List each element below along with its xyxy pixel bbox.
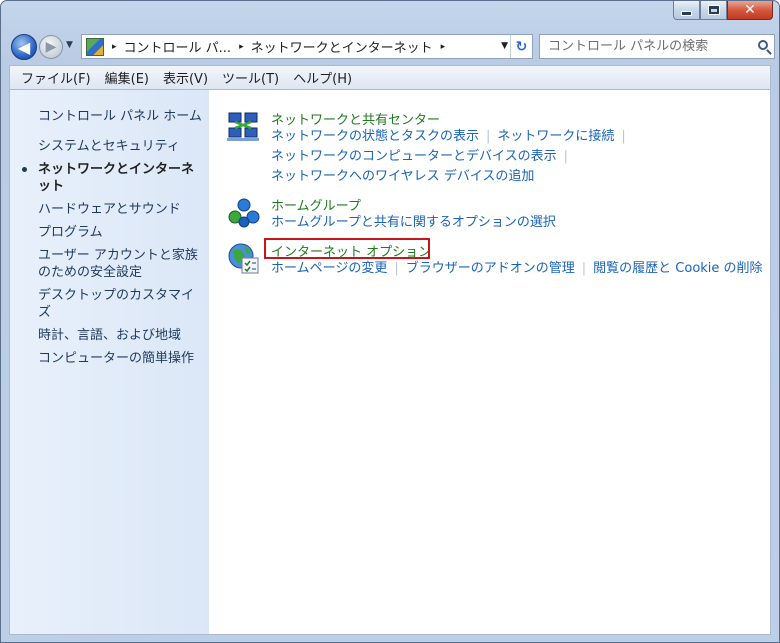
back-arrow-icon: ◀ <box>17 37 31 57</box>
forward-arrow-icon: ▶ <box>45 39 57 55</box>
control-panel-window: ✕ ◀ ▶ ▼ ▸ コントロール パ... ▸ ネットワークとインターネット ▸… <box>0 0 780 643</box>
link-homegroup-options[interactable]: ホームグループと共有に関するオプションの選択 <box>271 215 556 230</box>
navigation-bar: ◀ ▶ ▼ ▸ コントロール パ... ▸ ネットワークとインターネット ▸ ▼… <box>9 32 775 62</box>
link-connect-network[interactable]: ネットワークに接続 <box>497 129 614 144</box>
close-button[interactable]: ✕ <box>727 1 773 20</box>
link-divider: | <box>394 261 399 276</box>
address-bar[interactable]: ▸ コントロール パ... ▸ ネットワークとインターネット ▸ ▼ ↻ <box>81 34 533 59</box>
sidebar: コントロール パネル ホーム システムとセキュリティ ネットワークとインターネッ… <box>10 90 209 634</box>
link-divider: | <box>621 129 626 144</box>
breadcrumb-separator-icon[interactable]: ▸ <box>239 42 244 52</box>
homegroup-icon <box>228 198 260 228</box>
breadcrumb-control-panel[interactable]: コントロール パ... <box>124 37 232 56</box>
homegroup-title[interactable]: ホームグループ <box>271 195 361 214</box>
network-center-links: ネットワークの状態とタスクの表示 | ネットワークに接続 | ネットワークのコンピュー… <box>271 127 780 187</box>
highlight-box <box>264 238 430 259</box>
minimize-button[interactable] <box>673 1 700 20</box>
link-delete-history-cookies[interactable]: 閲覧の履歴と Cookie の削除 <box>593 261 762 276</box>
main-panel: ネットワークと共有センター ネットワークの状態とタスクの表示 | ネットワークに接続… <box>209 90 770 634</box>
internet-options-title[interactable]: インターネット オプション <box>264 238 431 260</box>
search-icon[interactable] <box>758 40 768 50</box>
search-box <box>539 34 775 59</box>
homegroup-links: ホームグループと共有に関するオプションの選択 <box>271 213 780 233</box>
sidebar-item-network-internet: ネットワークとインターネット <box>22 161 206 195</box>
breadcrumb-network-internet[interactable]: ネットワークとインターネット <box>251 37 433 56</box>
close-icon: ✕ <box>744 2 756 18</box>
sidebar-category-list: システムとセキュリティ ネットワークとインターネット ハードウェアとサウンド プ… <box>22 138 206 373</box>
address-dropdown-icon[interactable]: ▼ <box>501 41 508 51</box>
menu-file[interactable]: ファイル(F) <box>14 68 98 87</box>
network-center-title[interactable]: ネットワークと共有センター <box>271 109 440 128</box>
back-button[interactable]: ◀ <box>11 34 37 60</box>
link-divider: | <box>486 129 491 144</box>
menu-tools[interactable]: ツール(T) <box>215 68 286 87</box>
menu-help[interactable]: ヘルプ(H) <box>286 68 359 87</box>
sidebar-item-clock-language[interactable]: 時計、言語、および地域 <box>38 327 206 344</box>
sidebar-item-programs[interactable]: プログラム <box>38 224 206 241</box>
breadcrumb-separator-icon[interactable]: ▸ <box>112 42 117 52</box>
link-divider: | <box>563 149 569 164</box>
sidebar-item-user-accounts[interactable]: ユーザー アカウントと家族のための安全設定 <box>38 247 206 281</box>
breadcrumb-separator-icon[interactable]: ▸ <box>441 42 446 52</box>
content-area: コントロール パネル ホーム システムとセキュリティ ネットワークとインターネッ… <box>9 89 771 635</box>
link-divider: | <box>581 261 587 276</box>
link-view-network-status[interactable]: ネットワークの状態とタスクの表示 <box>271 129 479 144</box>
forward-button[interactable]: ▶ <box>39 35 63 59</box>
link-view-network-computers[interactable]: ネットワークのコンピューターとデバイスの表示 <box>271 149 557 164</box>
sidebar-control-panel-home[interactable]: コントロール パネル ホーム <box>38 105 202 124</box>
maximize-icon <box>708 6 719 14</box>
menu-bar: ファイル(F) 編集(E) 表示(V) ツール(T) ヘルプ(H) <box>9 65 771 89</box>
sidebar-item-ease-of-access[interactable]: コンピューターの簡単操作 <box>38 350 206 367</box>
menu-view[interactable]: 表示(V) <box>156 68 215 87</box>
sidebar-item-appearance[interactable]: デスクトップのカスタマイズ <box>38 287 206 321</box>
link-manage-addons[interactable]: ブラウザーのアドオンの管理 <box>406 261 575 276</box>
search-input[interactable] <box>548 39 748 54</box>
network-center-icon <box>227 112 259 141</box>
menu-edit[interactable]: 編集(E) <box>98 68 156 87</box>
sidebar-item-hardware-sound[interactable]: ハードウェアとサウンド <box>38 201 206 218</box>
refresh-icon: ↻ <box>515 38 528 55</box>
internet-options-icon <box>228 243 259 274</box>
link-change-homepage[interactable]: ホームページの変更 <box>271 261 387 276</box>
recent-pages-dropdown[interactable]: ▼ <box>66 40 73 50</box>
minimize-icon <box>682 11 691 15</box>
caption-buttons: ✕ <box>673 1 773 20</box>
sidebar-item-system-security[interactable]: システムとセキュリティ <box>38 138 206 155</box>
link-add-wireless-device[interactable]: ネットワークへのワイヤレス デバイスの追加 <box>271 169 534 184</box>
refresh-button[interactable]: ↻ <box>510 35 532 58</box>
maximize-button[interactable] <box>700 1 727 20</box>
internet-options-links: ホームページの変更 | ブラウザーのアドオンの管理 | 閲覧の履歴と Cookie の削… <box>271 259 780 279</box>
control-panel-icon <box>86 37 104 56</box>
